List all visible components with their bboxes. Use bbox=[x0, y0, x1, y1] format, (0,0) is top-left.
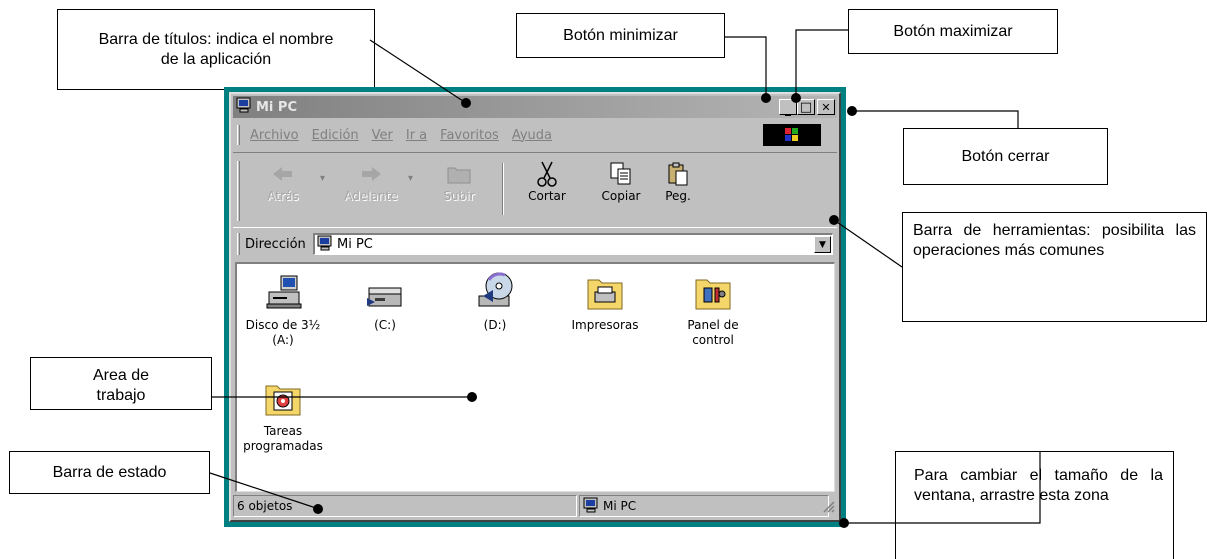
forward-button[interactable]: Adelante bbox=[334, 153, 408, 213]
status-count: 6 objetos bbox=[237, 499, 293, 513]
toolbar-separator bbox=[502, 163, 504, 215]
maximize-button[interactable]: □ bbox=[797, 99, 815, 115]
title-bar-buttons: _ □ ✕ bbox=[779, 99, 835, 115]
menu-ir-a[interactable]: Ir a bbox=[406, 128, 427, 143]
hard-drive-icon bbox=[365, 270, 405, 312]
item-floppy[interactable]: Disco de 3½ (A:) bbox=[237, 270, 329, 348]
callout-close: Botón cerrar bbox=[903, 128, 1108, 185]
floppy-drive-icon bbox=[263, 270, 303, 312]
callout-title-bar: Barra de títulos: indica el nombre de la… bbox=[57, 9, 375, 90]
item-d-drive-label: (D:) bbox=[483, 318, 507, 332]
printers-folder-icon bbox=[585, 270, 625, 312]
windows-logo-icon bbox=[763, 124, 821, 146]
address-value: Mi PC bbox=[337, 237, 373, 252]
window-title: Mi PC bbox=[256, 99, 297, 115]
up-label: Subir bbox=[443, 189, 475, 203]
address-dropdown-icon[interactable]: ▼ bbox=[814, 236, 831, 253]
address-bar-grip[interactable] bbox=[237, 233, 240, 255]
callout-resize-text: Para cambiar el tamaño de la ventana, ar… bbox=[914, 467, 1163, 504]
status-count-pane: 6 objetos bbox=[233, 495, 577, 517]
control-panel-icon bbox=[693, 270, 733, 312]
address-computer-icon bbox=[317, 235, 333, 255]
copy-button[interactable]: Copiar bbox=[584, 153, 658, 213]
forward-dropdown-icon[interactable]: ▾ bbox=[408, 153, 422, 184]
item-c-drive[interactable]: (C:) bbox=[339, 270, 431, 333]
resize-grip-icon[interactable] bbox=[821, 499, 835, 516]
item-scheduled-tasks-label: Tareas programadas bbox=[243, 424, 323, 453]
my-computer-window: Mi PC _ □ ✕ Archivo Edición Ver Ir a Fav… bbox=[224, 87, 846, 527]
callout-work-area-text: Area de trabajo bbox=[92, 367, 150, 404]
item-printers-label: Impresoras bbox=[571, 318, 639, 332]
paste-button[interactable]: Peg. bbox=[658, 153, 698, 213]
toolbar: Atrás ▾ Adelante ▾ Subir Cortar Copiar P… bbox=[233, 152, 837, 228]
item-c-drive-label: (C:) bbox=[374, 318, 396, 332]
callout-minimize-text: Botón minimizar bbox=[563, 26, 678, 44]
status-computer-icon bbox=[583, 497, 599, 516]
item-control-panel-label: Panel de control bbox=[687, 318, 739, 347]
callout-maximize: Botón maximizar bbox=[848, 9, 1058, 54]
work-area[interactable]: Disco de 3½ (A:) (C:) (D:) Impresoras Pa… bbox=[235, 262, 835, 492]
menu-ayuda[interactable]: Ayuda bbox=[512, 128, 552, 143]
copy-label: Copiar bbox=[601, 189, 641, 203]
status-location-pane: Mi PC bbox=[579, 495, 829, 517]
up-folder-icon bbox=[446, 159, 472, 189]
callout-resize: Para cambiar el tamaño de la ventana, ar… bbox=[895, 451, 1174, 559]
cut-button[interactable]: Cortar bbox=[510, 153, 584, 213]
toolbar-grip[interactable] bbox=[237, 161, 240, 221]
back-button[interactable]: Atrás bbox=[246, 153, 320, 213]
dot-close bbox=[847, 106, 857, 116]
up-button[interactable]: Subir bbox=[422, 153, 496, 213]
status-bar: 6 objetos Mi PC bbox=[233, 494, 837, 518]
menu-bar: Archivo Edición Ver Ir a Favoritos Ayuda bbox=[233, 122, 837, 148]
item-printers[interactable]: Impresoras bbox=[559, 270, 651, 333]
item-floppy-label: Disco de 3½ (A:) bbox=[245, 318, 321, 347]
callout-work-area: Area de trabajo bbox=[30, 357, 212, 410]
paste-icon bbox=[667, 159, 689, 189]
close-icon: ✕ bbox=[821, 100, 831, 114]
copy-icon bbox=[609, 159, 633, 189]
cd-drive-icon bbox=[475, 270, 515, 312]
scissors-icon bbox=[536, 159, 558, 189]
callout-status-bar: Barra de estado bbox=[9, 451, 210, 494]
menu-archivo[interactable]: Archivo bbox=[250, 128, 299, 143]
menu-bar-grip[interactable] bbox=[237, 125, 240, 145]
address-bar: Dirección Mi PC ▼ bbox=[233, 230, 837, 258]
menu-edicion[interactable]: Edición bbox=[312, 128, 359, 143]
back-arrow-icon bbox=[271, 159, 295, 189]
callout-close-text: Botón cerrar bbox=[961, 147, 1050, 165]
callout-status-bar-text: Barra de estado bbox=[52, 463, 167, 481]
menu-favoritos[interactable]: Favoritos bbox=[440, 128, 499, 143]
item-scheduled-tasks[interactable]: Tareas programadas bbox=[237, 376, 329, 454]
forward-label: Adelante bbox=[344, 189, 398, 203]
item-control-panel[interactable]: Panel de control bbox=[667, 270, 759, 348]
item-d-drive[interactable]: (D:) bbox=[449, 270, 541, 333]
paste-label: Peg. bbox=[665, 189, 691, 203]
my-computer-icon bbox=[236, 97, 252, 117]
callout-maximize-text: Botón maximizar bbox=[893, 22, 1013, 40]
back-dropdown-icon[interactable]: ▾ bbox=[320, 153, 334, 184]
callout-minimize: Botón minimizar bbox=[516, 13, 725, 58]
minimize-button[interactable]: _ bbox=[779, 99, 797, 115]
title-bar[interactable]: Mi PC _ □ ✕ bbox=[233, 96, 837, 118]
address-field[interactable]: Mi PC ▼ bbox=[313, 233, 833, 255]
back-label: Atrás bbox=[267, 189, 299, 203]
close-button[interactable]: ✕ bbox=[817, 99, 835, 115]
callout-toolbar-text: Barra de herramientas: posibilita las op… bbox=[913, 222, 1196, 259]
maximize-icon: □ bbox=[799, 99, 813, 115]
window-body: Mi PC _ □ ✕ Archivo Edición Ver Ir a Fav… bbox=[229, 92, 841, 522]
forward-arrow-icon bbox=[359, 159, 383, 189]
scheduled-tasks-icon bbox=[263, 376, 303, 418]
status-location: Mi PC bbox=[603, 499, 637, 513]
cut-label: Cortar bbox=[528, 189, 566, 203]
minimize-icon: _ bbox=[785, 102, 791, 116]
callout-toolbar: Barra de herramientas: posibilita las op… bbox=[902, 212, 1207, 322]
menu-ver[interactable]: Ver bbox=[372, 128, 393, 143]
address-label: Dirección bbox=[245, 236, 306, 252]
callout-title-bar-text: Barra de títulos: indica el nombre de la… bbox=[98, 30, 334, 68]
